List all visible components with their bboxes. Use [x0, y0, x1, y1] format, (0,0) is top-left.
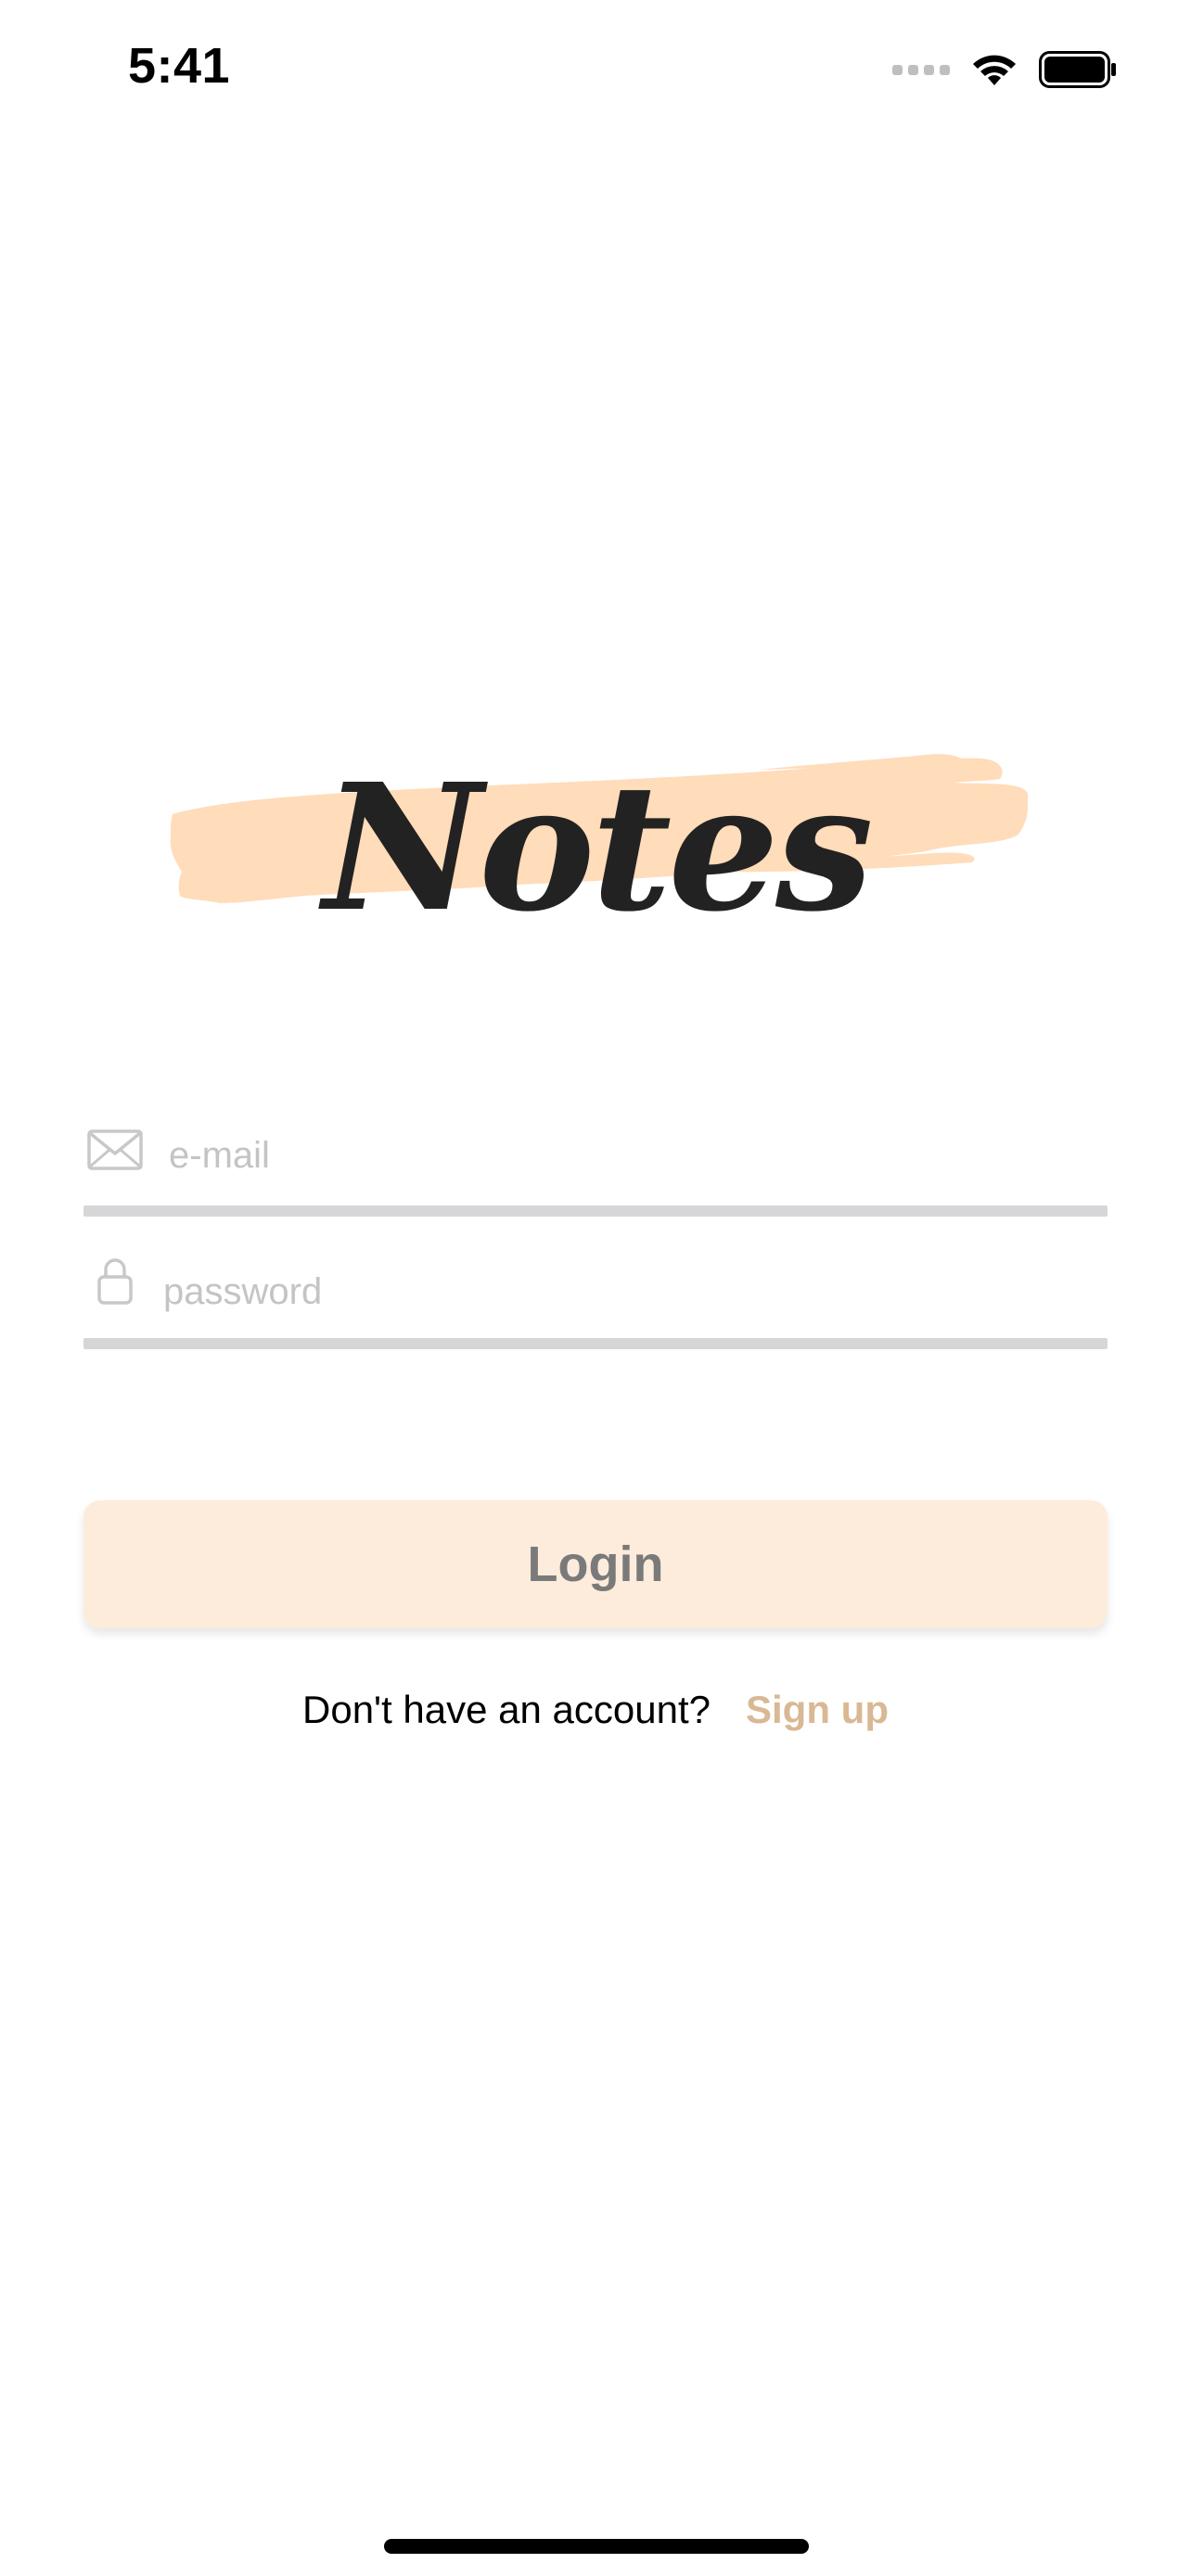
- status-time: 5:41: [128, 38, 231, 94]
- wifi-icon: [973, 55, 1016, 85]
- signup-question: Don't have an account?: [302, 1688, 711, 1731]
- status-icons: [892, 46, 1117, 93]
- password-input[interactable]: [163, 1264, 1091, 1320]
- password-underline: [83, 1338, 1108, 1349]
- home-indicator[interactable]: [384, 2539, 809, 2554]
- cellular-signal-icon: [892, 64, 950, 75]
- app-logo: Notes: [165, 733, 1029, 950]
- email-underline: [83, 1205, 1108, 1217]
- notes-logo-image: Notes: [170, 746, 1029, 950]
- email-input[interactable]: [169, 1128, 1096, 1183]
- password-field: [83, 1247, 1108, 1349]
- login-button[interactable]: Login: [83, 1500, 1108, 1628]
- svg-text:Notes: Notes: [318, 746, 870, 946]
- signup-prompt: Don't have an account? Sign up: [0, 1688, 1191, 1732]
- envelope-icon: [87, 1128, 145, 1177]
- email-field: [83, 1113, 1108, 1217]
- lock-icon: [96, 1255, 134, 1311]
- battery-icon: [1039, 51, 1116, 88]
- signup-link[interactable]: Sign up: [746, 1688, 889, 1732]
